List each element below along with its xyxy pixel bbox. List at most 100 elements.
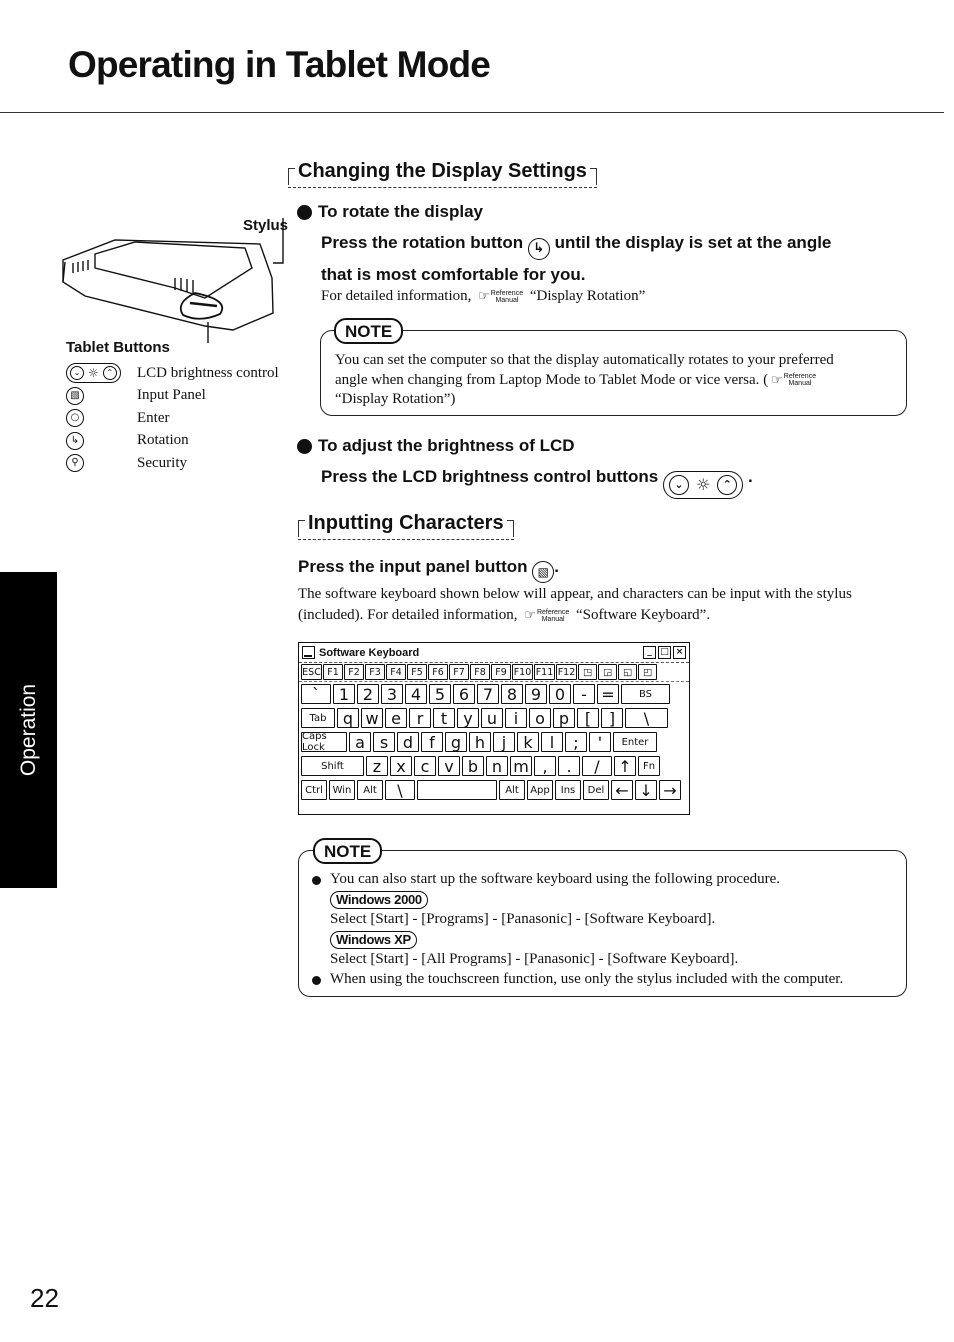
- key-2[interactable]: 2: [357, 684, 379, 704]
- key-bs[interactable]: BS: [621, 684, 670, 704]
- key--[interactable]: ]: [601, 708, 623, 728]
- key-1[interactable]: 1: [333, 684, 355, 704]
- key-s[interactable]: s: [373, 732, 395, 752]
- key-t[interactable]: t: [433, 708, 455, 728]
- key-f4[interactable]: F4: [386, 664, 406, 680]
- enter-button-icon: ○: [66, 409, 84, 428]
- key-h[interactable]: h: [469, 732, 491, 752]
- key--[interactable]: ↑: [614, 756, 636, 776]
- key--[interactable]: -: [573, 684, 595, 704]
- key-o[interactable]: o: [529, 708, 551, 728]
- key-f[interactable]: f: [421, 732, 443, 752]
- key-p[interactable]: p: [553, 708, 575, 728]
- key-c[interactable]: c: [414, 756, 436, 776]
- key--[interactable]: /: [582, 756, 612, 776]
- key-ins[interactable]: Ins: [555, 780, 581, 800]
- key--[interactable]: ;: [565, 732, 587, 752]
- note-line: angle when changing from Laptop Mode to …: [335, 371, 900, 391]
- reference-link[interactable]: “Display Rotation”): [335, 390, 900, 410]
- keyboard-row: Tab q w e r t y u i o p[] \: [299, 706, 689, 730]
- key-g[interactable]: g: [445, 732, 467, 752]
- key--[interactable]: `: [301, 684, 331, 704]
- key--[interactable]: ◰: [638, 664, 657, 680]
- key-5[interactable]: 5: [429, 684, 451, 704]
- rotation-button-icon: ↳: [527, 237, 550, 260]
- key-f3[interactable]: F3: [365, 664, 385, 680]
- key-6[interactable]: 6: [453, 684, 475, 704]
- key-b[interactable]: b: [462, 756, 484, 776]
- key-ctrl[interactable]: Ctrl: [301, 780, 327, 800]
- key-7[interactable]: 7: [477, 684, 499, 704]
- key-f8[interactable]: F8: [470, 664, 490, 680]
- key-f6[interactable]: F6: [428, 664, 448, 680]
- key--[interactable]: [: [577, 708, 599, 728]
- key-del[interactable]: Del: [583, 780, 609, 800]
- key-y[interactable]: y: [457, 708, 479, 728]
- key--[interactable]: .: [558, 756, 580, 776]
- key-w[interactable]: w: [361, 708, 383, 728]
- key-x[interactable]: x: [390, 756, 412, 776]
- key-f2[interactable]: F2: [344, 664, 364, 680]
- tablet-button-item: ⌄ ☼ ⌃ LCD brightness control: [66, 362, 279, 385]
- key-app[interactable]: App: [527, 780, 553, 800]
- key-f5[interactable]: F5: [407, 664, 427, 680]
- key-3[interactable]: 3: [381, 684, 403, 704]
- key--[interactable]: ↓: [635, 780, 657, 800]
- key--[interactable]: ': [589, 732, 611, 752]
- key-f11[interactable]: F11: [534, 664, 555, 680]
- key-i[interactable]: i: [505, 708, 527, 728]
- maximize-button[interactable]: □: [658, 646, 671, 659]
- os-badge-windows-2000: Windows 2000: [330, 890, 428, 909]
- key-q[interactable]: q: [337, 708, 359, 728]
- key-0[interactable]: 0: [549, 684, 571, 704]
- minimize-button[interactable]: _: [643, 646, 656, 659]
- key-win[interactable]: Win: [329, 780, 355, 800]
- key--[interactable]: →: [659, 780, 681, 800]
- key-4[interactable]: 4: [405, 684, 427, 704]
- key-e[interactable]: e: [385, 708, 407, 728]
- key--[interactable]: ,: [534, 756, 556, 776]
- key-k[interactable]: k: [517, 732, 539, 752]
- key--[interactable]: ←: [611, 780, 633, 800]
- key-shift[interactable]: Shift: [301, 756, 364, 776]
- key-caps-lock[interactable]: Caps Lock: [301, 731, 347, 753]
- key-enter[interactable]: Enter: [613, 732, 657, 752]
- key-l[interactable]: l: [541, 732, 563, 752]
- note-text: You can also start up the software keybo…: [310, 870, 900, 989]
- key-f7[interactable]: F7: [449, 664, 469, 680]
- ref-label: Manual: [495, 296, 519, 304]
- key--[interactable]: ◲: [598, 664, 617, 680]
- key-space[interactable]: [417, 780, 497, 800]
- key-n[interactable]: n: [486, 756, 508, 776]
- reference-link[interactable]: “Display Rotation”: [530, 288, 645, 304]
- key--[interactable]: \: [625, 708, 668, 728]
- key--[interactable]: ◱: [618, 664, 637, 680]
- key-f10[interactable]: F10: [512, 664, 533, 680]
- key-f12[interactable]: F12: [556, 664, 577, 680]
- key-z[interactable]: z: [366, 756, 388, 776]
- key-tab[interactable]: Tab: [301, 708, 335, 728]
- key-esc[interactable]: ESC: [301, 664, 322, 680]
- key-r[interactable]: r: [409, 708, 431, 728]
- os-badge-windows-xp: Windows XP: [330, 930, 417, 949]
- key-j[interactable]: j: [493, 732, 515, 752]
- key-f9[interactable]: F9: [491, 664, 511, 680]
- key-fn[interactable]: Fn: [638, 756, 660, 776]
- key--[interactable]: \: [385, 780, 415, 800]
- key-alt[interactable]: Alt: [499, 780, 525, 800]
- subheading-text: To rotate the display: [318, 202, 483, 221]
- key-alt[interactable]: Alt: [357, 780, 383, 800]
- key-a[interactable]: a: [349, 732, 371, 752]
- key-u[interactable]: u: [481, 708, 503, 728]
- reference-link[interactable]: “Software Keyboard”.: [576, 607, 710, 623]
- key--[interactable]: =: [597, 684, 619, 704]
- key-9[interactable]: 9: [525, 684, 547, 704]
- key-v[interactable]: v: [438, 756, 460, 776]
- key--[interactable]: ◳: [578, 664, 597, 680]
- key-d[interactable]: d: [397, 732, 419, 752]
- input-panel-button-icon: ▧: [66, 386, 84, 405]
- key-8[interactable]: 8: [501, 684, 523, 704]
- key-f1[interactable]: F1: [323, 664, 343, 680]
- key-m[interactable]: m: [510, 756, 532, 776]
- close-button[interactable]: ×: [673, 646, 686, 659]
